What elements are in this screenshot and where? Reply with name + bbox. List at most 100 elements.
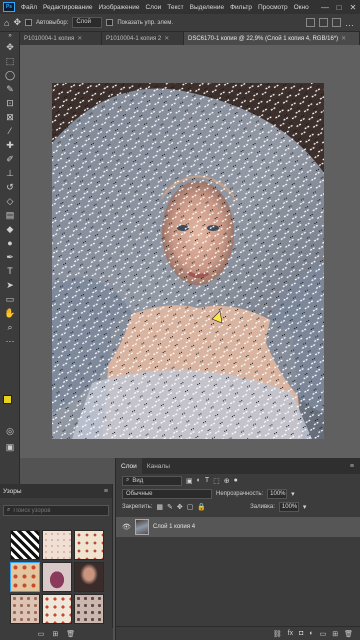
pattern-swatch[interactable] <box>74 562 104 592</box>
pattern-swatch[interactable] <box>42 530 72 560</box>
pattern-swatch[interactable] <box>42 562 72 592</box>
lock-pixels-icon[interactable]: ▦ <box>156 503 163 511</box>
lock-paint-icon[interactable]: ✎ <box>167 503 173 511</box>
tab-document-2[interactable]: P1010004-1 копия 2 ✕ <box>102 32 184 45</box>
eraser-tool[interactable]: ◇ <box>0 194 20 208</box>
align-right-icon[interactable] <box>332 17 341 27</box>
menu-image[interactable]: Изображение <box>96 4 143 11</box>
pattern-swatch[interactable] <box>10 530 40 560</box>
fill-input[interactable]: 100% <box>278 501 299 512</box>
layer-filter-select[interactable]: ⌕ Вид <box>122 475 182 486</box>
chevron-down-icon[interactable]: ▾ <box>303 503 307 511</box>
gradient-tool[interactable]: ▤ <box>0 208 20 222</box>
close-icon[interactable]: ✕ <box>341 35 346 42</box>
menu-file[interactable]: Файл <box>18 4 40 11</box>
clone-stamp-tool[interactable]: ⊥ <box>0 166 20 180</box>
blur-tool[interactable]: ◆ <box>0 222 20 236</box>
new-pattern-icon[interactable]: ⊞ <box>52 630 58 638</box>
link-icon[interactable]: ⛓ <box>273 630 282 638</box>
type-tool[interactable]: T <box>0 264 20 278</box>
minimize-button[interactable]: — <box>318 3 332 12</box>
more-icon[interactable]: … <box>345 18 354 28</box>
lock-all-icon[interactable]: 🔒 <box>197 503 206 511</box>
eye-icon[interactable]: 👁 <box>122 523 131 531</box>
pattern-swatch[interactable] <box>42 594 72 624</box>
menu-view[interactable]: Просмотр <box>255 4 291 11</box>
menu-filter[interactable]: Фильтр <box>227 4 255 11</box>
tab-layers[interactable]: Слои <box>116 458 142 474</box>
eyedropper-tool[interactable]: ⁄ <box>0 124 20 138</box>
mask-icon[interactable]: ◘ <box>299 630 303 637</box>
pen-tool[interactable]: ✒ <box>0 250 20 264</box>
pattern-swatch[interactable] <box>10 562 40 592</box>
lock-artboard-icon[interactable]: ▢ <box>187 503 194 511</box>
tab-document-active[interactable]: DSC6170-1 копия @ 22,9% (Слой 1 копия 4,… <box>184 32 360 45</box>
hand-tool[interactable]: ✋ <box>0 306 20 320</box>
document-canvas[interactable] <box>52 83 324 439</box>
menu-text[interactable]: Текст <box>164 4 186 11</box>
collapse-icon[interactable]: » <box>0 32 20 40</box>
close-icon[interactable]: ✕ <box>77 35 82 42</box>
filter-smart-icon[interactable]: ⊕ <box>224 477 230 485</box>
folder-icon[interactable]: ▭ <box>320 630 327 638</box>
marquee-tool[interactable]: ⬚ <box>0 54 20 68</box>
zoom-tool[interactable]: ⌕ <box>0 320 20 334</box>
align-center-icon[interactable] <box>319 17 328 27</box>
filter-pixel-icon[interactable]: ▣ <box>186 477 193 485</box>
dodge-tool[interactable]: ● <box>0 236 20 250</box>
new-layer-icon[interactable]: ⊞ <box>332 630 338 638</box>
trash-icon[interactable]: 🗑 <box>344 630 353 638</box>
healing-brush-tool[interactable]: ✚ <box>0 138 20 152</box>
foreground-color-swatch[interactable] <box>3 395 12 404</box>
move-tool-icon[interactable]: ✥ <box>13 17 21 28</box>
screen-mode-tool[interactable]: ▣ <box>0 440 20 454</box>
delete-icon[interactable]: 🗑 <box>66 630 75 638</box>
tab-channels[interactable]: Каналы <box>142 463 175 470</box>
quick-select-tool[interactable]: ✎ <box>0 82 20 96</box>
filter-adjustment-icon[interactable]: ◐ <box>197 477 201 484</box>
pattern-swatch[interactable] <box>10 594 40 624</box>
more-tools-icon[interactable]: ⋯ <box>0 334 20 348</box>
menu-select[interactable]: Выделение <box>187 4 227 11</box>
blend-mode-select[interactable]: Обычные <box>122 488 212 499</box>
chevron-down-icon[interactable]: ▾ <box>291 490 295 498</box>
adjustment-icon[interactable]: ◐ <box>309 630 313 637</box>
layer-row[interactable]: 👁 Слой 1 копия 4 <box>116 517 360 537</box>
filter-type-icon[interactable]: T <box>205 477 209 484</box>
tab-document-1[interactable]: P1010004-1 копия ✕ <box>20 32 102 45</box>
patterns-search[interactable]: ⌕ <box>3 505 109 516</box>
quick-mask-tool[interactable]: ◎ <box>0 424 20 438</box>
opacity-input[interactable]: 100% <box>267 488 288 499</box>
menu-edit[interactable]: Редактирование <box>40 4 96 11</box>
autoselect-select[interactable]: Слой <box>72 17 103 28</box>
pattern-swatch[interactable] <box>74 594 104 624</box>
crop-tool[interactable]: ⊡ <box>0 96 20 110</box>
align-left-icon[interactable] <box>306 17 315 27</box>
brush-tool[interactable]: ✐ <box>0 152 20 166</box>
panel-menu-icon[interactable]: ≡ <box>104 488 112 495</box>
shape-tool[interactable]: ▭ <box>0 292 20 306</box>
close-button[interactable]: ✕ <box>346 3 360 12</box>
patterns-search-input[interactable] <box>13 507 104 514</box>
new-group-icon[interactable]: ▭ <box>38 630 45 638</box>
maximize-button[interactable]: □ <box>332 3 346 12</box>
menu-layers[interactable]: Слои <box>142 4 164 11</box>
menu-window[interactable]: Окно <box>291 4 312 11</box>
panel-menu-icon[interactable]: ≡ <box>350 463 360 470</box>
move-tool[interactable]: ✥ <box>0 40 20 54</box>
patterns-title[interactable]: Узоры <box>3 488 22 495</box>
home-icon[interactable]: ⌂ <box>4 18 9 28</box>
canvas-area[interactable] <box>20 45 360 458</box>
fx-icon[interactable]: fx <box>288 630 293 637</box>
close-icon[interactable]: ✕ <box>164 35 169 42</box>
lasso-tool[interactable]: ◯ <box>0 68 20 82</box>
show-controls-checkbox[interactable] <box>106 19 114 26</box>
history-brush-tool[interactable]: ↺ <box>0 180 20 194</box>
filter-shape-icon[interactable]: ⬚ <box>213 477 220 485</box>
lock-position-icon[interactable]: ✥ <box>177 503 183 511</box>
autoselect-checkbox[interactable] <box>24 19 32 26</box>
layer-name[interactable]: Слой 1 копия 4 <box>153 524 195 530</box>
pattern-swatch[interactable] <box>74 530 104 560</box>
path-select-tool[interactable]: ➤ <box>0 278 20 292</box>
frame-tool[interactable]: ⊠ <box>0 110 20 124</box>
